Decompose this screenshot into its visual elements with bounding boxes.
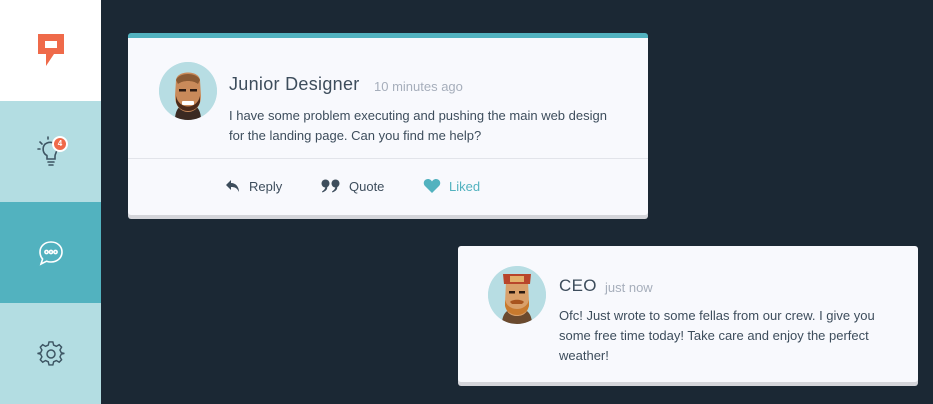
- heart-icon: [423, 179, 441, 193]
- sidebar-item-ideas[interactable]: [0, 101, 101, 202]
- comment-card: CEO just now Ofc! Just wrote to some fel…: [458, 246, 918, 382]
- comment-author[interactable]: CEO: [559, 276, 597, 296]
- reply-label: Reply: [249, 178, 283, 194]
- gear-icon: [36, 340, 65, 366]
- reply-button[interactable]: Reply: [225, 175, 282, 197]
- brand-logo-icon: [37, 33, 64, 66]
- like-button[interactable]: Liked: [423, 175, 480, 197]
- sidebar: 4: [0, 0, 101, 404]
- divider: [128, 158, 648, 159]
- brand-logo[interactable]: [0, 0, 101, 101]
- sidebar-item-chat[interactable]: [0, 202, 101, 303]
- reply-icon: [226, 180, 239, 192]
- comment-message: Ofc! Just wrote to some fellas from our …: [559, 308, 875, 363]
- comment-message: I have some problem executing and pushin…: [229, 108, 607, 143]
- like-label: Liked: [449, 178, 481, 194]
- comment-timestamp: just now: [605, 280, 653, 295]
- chat-bubble-icon: [38, 240, 63, 266]
- quote-icon: [321, 179, 340, 193]
- comment-card: Junior Designer 10 minutes ago I have so…: [128, 33, 648, 215]
- quote-label: Quote: [349, 178, 385, 194]
- quote-button[interactable]: Quote: [321, 175, 384, 197]
- avatar: [488, 266, 546, 324]
- avatar: [159, 62, 217, 120]
- comment-timestamp: 10 minutes ago: [374, 79, 463, 94]
- comment-author[interactable]: Junior Designer: [229, 74, 360, 95]
- sidebar-item-settings[interactable]: [0, 303, 101, 404]
- notification-badge: 4: [52, 136, 68, 152]
